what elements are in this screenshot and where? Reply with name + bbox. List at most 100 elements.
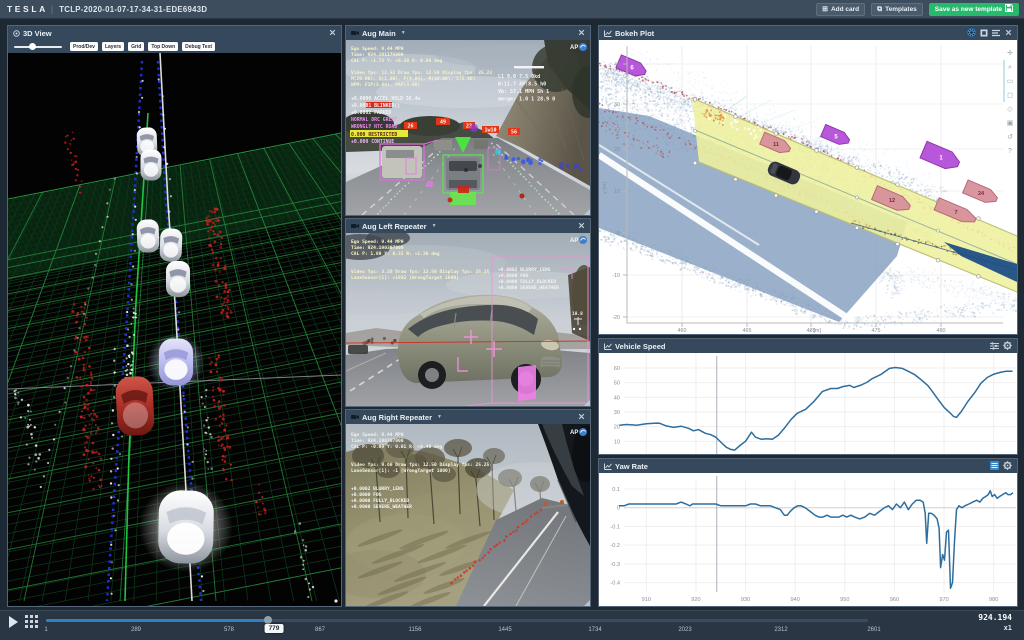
svg-text:LaneSensor[1]: +1932 [WrongTar: LaneSensor[1]: +1932 [WrongTarget 1000] [351, 275, 459, 281]
trip-title: TCLP-2020-01-07-17-34-31-EDE6943D [59, 5, 207, 14]
svg-text:18.8: 18.8 [572, 311, 583, 317]
svg-text:0.000 RESTRICTED: 0.000 RESTRICTED [351, 132, 397, 138]
panel-aug-main: Aug Main ▼ 2649231w1056Ego Speed: 9.44 M… [345, 25, 591, 216]
svg-text:WPM: F1P(3.00), PAP(3.00): WPM: F1P(3.00), PAP(3.00) [351, 82, 420, 88]
aug-left-title: Aug Left Repeater [362, 222, 427, 231]
aug-right-header: Aug Right Repeater ▼ [346, 410, 590, 424]
camera-icon [351, 223, 359, 229]
svg-text:Ego Speed: 9.44 MPH: Ego Speed: 9.44 MPH [351, 432, 404, 438]
timeline-handle[interactable] [264, 616, 272, 624]
svg-text:+0.0000 ACCEL_HOLD 36.4w: +0.0000 ACCEL_HOLD 36.4w [351, 96, 420, 102]
panel-aug-right-repeater: Aug Right Repeater ▼ Ego Speed: 9.44 MPH… [345, 409, 591, 607]
timeline-tick-label: 1156 [409, 627, 422, 633]
frames-icon[interactable] [25, 615, 38, 628]
camera-icon [351, 30, 359, 36]
aug-left-caret-icon[interactable]: ▼ [432, 223, 437, 229]
aug-main-close-icon[interactable] [578, 29, 585, 38]
svg-text:L1 9.0 7.5 0kd: L1 9.0 7.5 0kd [498, 74, 540, 80]
aug-right-title: Aug Right Repeater [362, 413, 432, 422]
aug-main-view[interactable]: 2649231w1056Ego Speed: 9.44 MPHTime: 924… [346, 40, 590, 215]
camera-icon [351, 414, 359, 420]
current-frame-badge: 779 [265, 624, 284, 633]
svg-text:1w10: 1w10 [484, 127, 496, 133]
svg-text:+0.0000 FOG: +0.0000 FOG [351, 492, 382, 498]
yaw-rate-chart[interactable]: 0.10-0.1-0.2-0.3-0.491092093094095096097… [599, 473, 1017, 606]
timeline-tick-label: 578 [224, 627, 234, 633]
aug-left-view[interactable]: 18.8Ego Speed: 9.44 MPHTime: 924.1903070… [346, 233, 590, 406]
svg-text:merge: 1.0 1 28.9 0: merge: 1.0 1 28.9 0 [498, 97, 555, 103]
slider-track [14, 46, 62, 48]
svg-text:Ego Speed: 9.44 MPH: Ego Speed: 9.44 MPH [351, 239, 404, 245]
debug-text-button[interactable]: Debug Text [182, 42, 215, 51]
svg-text:+0.0000 FULLY_BLOCKED: +0.0000 FULLY_BLOCKED [498, 279, 556, 285]
timeline-fill [46, 619, 268, 622]
3d-view-canvas[interactable] [8, 53, 341, 606]
svg-text:+0.0002 PARKED: +0.0002 PARKED [351, 110, 392, 116]
play-button[interactable] [9, 616, 18, 628]
top-down-button[interactable]: Top Down [148, 42, 178, 51]
aug-right-view[interactable]: Ego Speed: 9.44 MPHTime: 924.190307000CA… [346, 424, 590, 606]
svg-text:Video fps: 12.52 Draw fps: 12.: Video fps: 12.52 Draw fps: 12.50 Display… [351, 70, 492, 76]
svg-text:AP: AP [570, 238, 578, 244]
panel-bokeh-plot: Bokeh Plot 65111127244604654704754804030… [598, 25, 1018, 335]
yaw-rate-header: Yaw Rate [599, 459, 1017, 473]
timeline-tick-label: 2023 [678, 627, 691, 633]
aug-right-caret-icon[interactable]: ▼ [437, 414, 442, 420]
aug-left-close-icon[interactable] [578, 222, 585, 231]
cube-icon [13, 30, 20, 37]
layers-button[interactable]: Layers [102, 42, 124, 51]
svg-text:+0.0000 FULLY_BLOCKED: +0.0000 FULLY_BLOCKED [351, 498, 409, 504]
svg-text:Video fps: 9.60 Draw fps: 12.5: Video fps: 9.60 Draw fps: 12.50 Display … [351, 462, 490, 468]
3d-view-title: 3D View [23, 29, 52, 38]
bokeh-header: Bokeh Plot [599, 26, 1017, 40]
grid-button[interactable]: Grid [128, 42, 144, 51]
svg-text:Time: 924.191175000: Time: 924.191175000 [351, 52, 404, 58]
vehicle-speed-chart[interactable]: 102030405060 [599, 353, 1017, 454]
panel-3d-view: 3D View Prod/Dev Layers Grid Top Down De… [7, 25, 342, 607]
panel-vehicle-speed: Vehicle Speed 102030405060 [598, 338, 1018, 455]
svg-text:26: 26 [407, 123, 413, 129]
bokeh-plot-area[interactable]: 6511112724460465470475480403020100-10-20… [599, 40, 1017, 334]
vehicle-speed-title: Vehicle Speed [615, 342, 665, 351]
svg-text:+0.000 CONTINUE: +0.000 CONTINUE [351, 139, 394, 145]
panel-aug-left-repeater: Aug Left Repeater ▼ 18.8 Ego Speed: 9.44 … [345, 218, 591, 407]
aug-right-close-icon[interactable] [578, 413, 585, 422]
svg-text:+0.0002 BLURRY_LENS: +0.0002 BLURRY_LENS [351, 486, 404, 492]
svg-text:49: 49 [440, 119, 446, 125]
add-card-icon: ⊞ [822, 6, 828, 13]
3d-view-close-icon[interactable] [329, 29, 336, 38]
3d-view-toolbar: Prod/Dev Layers Grid Top Down Debug Text [8, 40, 341, 53]
playback-rate: x1 [1004, 624, 1012, 632]
svg-text:NORMAL DRC GREAT: NORMAL DRC GREAT [351, 117, 397, 123]
add-card-button[interactable]: ⊞Add card [816, 3, 865, 16]
svg-text:Time: 924.190307000: Time: 924.190307000 [351, 438, 404, 444]
timeline-tick-label: 1445 [498, 627, 511, 633]
chart-icon [604, 343, 612, 350]
timeline-tick-label: 2312 [774, 627, 787, 633]
prod-dev-button[interactable]: Prod/Dev [70, 42, 98, 51]
timeline-tick-label: 2601 [867, 627, 880, 633]
svg-text:W:11.7 AP:8.5 h0: W:11.7 AP:8.5 h0 [498, 82, 546, 88]
3d-view-header: 3D View [8, 26, 341, 40]
aug-main-title: Aug Main [362, 29, 396, 38]
slider-knob[interactable] [29, 43, 36, 50]
topbar-actions: ⊞Add card ⧉Templates Save as new templat… [816, 3, 1019, 16]
templates-button[interactable]: ⧉Templates [871, 3, 923, 16]
aug-main-header: Aug Main ▼ [346, 26, 590, 40]
top-bar: TESLA | TCLP-2020-01-07-17-34-31-EDE6943… [0, 0, 1024, 19]
3d-zoom-slider[interactable] [14, 42, 62, 51]
chart-icon [604, 463, 612, 470]
bokeh-close-icon[interactable] [1005, 29, 1012, 38]
current-time: 924.194 [978, 613, 1012, 622]
save-template-button[interactable]: Save as new template [929, 3, 1019, 16]
templates-icon: ⧉ [877, 6, 882, 13]
timeline-tick-label: 1734 [588, 627, 601, 633]
timeline-track[interactable] [46, 619, 868, 622]
svg-text:CAL P: -1.73 Y: +0.30 R: 0.00: CAL P: -1.73 Y: +0.30 R: 0.00 deg [351, 58, 443, 64]
bokeh-title: Bokeh Plot [615, 29, 654, 38]
tesla-logo: TESLA [7, 4, 48, 14]
svg-text:Vb: 57.1 MPH Sh 1: Vb: 57.1 MPH Sh 1 [498, 89, 549, 95]
aug-main-caret-icon[interactable]: ▼ [401, 30, 406, 36]
yaw-rate-title: Yaw Rate [615, 462, 648, 471]
svg-text:M(20.00), S(1.00), P(9.04), M(: M(20.00), S(1.00), P(9.04), M(16.00), S(… [351, 76, 475, 82]
